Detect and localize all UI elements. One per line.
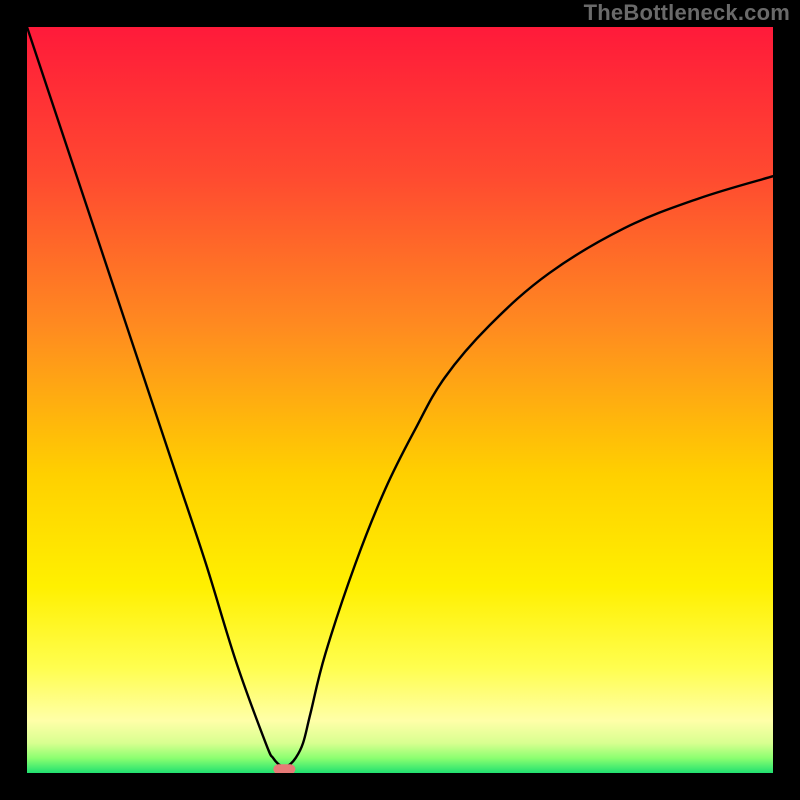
chart-container: TheBottleneck.com	[0, 0, 800, 800]
gradient-background	[27, 27, 773, 773]
chart-svg	[27, 27, 773, 773]
branding-label: TheBottleneck.com	[584, 0, 790, 26]
optimal-point-marker	[273, 764, 295, 773]
plot-area	[27, 27, 773, 773]
